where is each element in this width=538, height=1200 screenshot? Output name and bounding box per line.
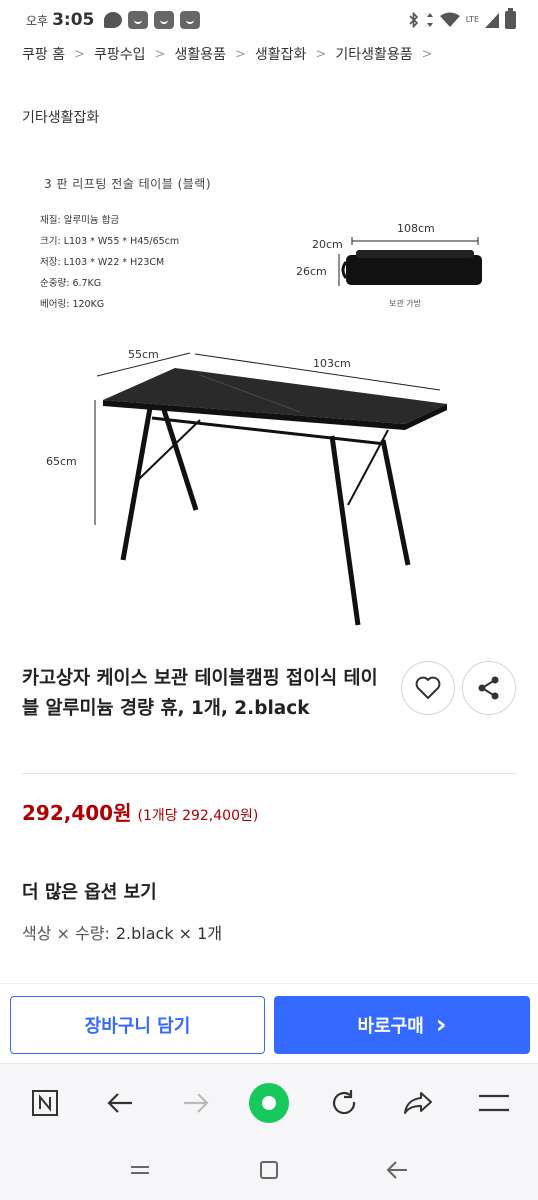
battery-icon — [505, 8, 516, 29]
more-options-link[interactable]: 더 많은 옵션 보기 — [22, 878, 157, 904]
breadcrumb-item-living[interactable]: 생활용품 — [174, 44, 226, 64]
storage-bag-illustration — [338, 237, 482, 286]
purchase-action-bar: 장바구니 담기 바로구매 › — [0, 983, 538, 1063]
share-icon — [478, 676, 499, 700]
chevron-right-icon: > — [421, 46, 433, 62]
option-label: 색상 × 수량: — [22, 924, 110, 943]
spec-load: 베어링: 120KG — [40, 299, 105, 310]
breadcrumb-item-other[interactable]: 기타생활용품 — [335, 44, 412, 64]
breadcrumb-item-import[interactable]: 쿠팡수입 — [94, 44, 146, 64]
clock: 오후 3:05 — [26, 10, 94, 30]
buy-now-button[interactable]: 바로구매 › — [274, 996, 530, 1054]
time-label: 3:05 — [52, 10, 95, 30]
table-length-label: 103cm — [313, 357, 351, 370]
refresh-icon — [333, 1090, 356, 1115]
arrow-right-icon — [184, 1093, 209, 1113]
spec-list: 재질: 알루미늄 합금 크기: L103 * W55 * H45/65cm 저장… — [40, 210, 179, 315]
notification-icons — [104, 11, 201, 29]
share-button[interactable] — [462, 661, 516, 715]
status-bar: 오후 3:05 LTE — [0, 0, 538, 40]
green-dot-button[interactable] — [249, 1083, 289, 1123]
spec-weight: 순중량: 6.7KG — [40, 278, 102, 289]
system-icons: LTE — [408, 8, 516, 29]
menu-button[interactable] — [474, 1083, 514, 1123]
recent-apps-icon — [131, 1166, 149, 1174]
chevron-right-icon: › — [435, 1010, 447, 1040]
share-page-button[interactable] — [398, 1083, 438, 1123]
table-illustration — [94, 352, 447, 626]
home-icon — [260, 1161, 278, 1179]
naver-n-icon — [32, 1090, 58, 1116]
bag-height-label: 26cm — [296, 265, 327, 278]
forward-button[interactable] — [176, 1083, 216, 1123]
spec-storage: 저장: L103 * W22 * H23CM — [40, 257, 165, 268]
recent-apps-button[interactable] — [125, 1155, 155, 1185]
network-type-label: LTE — [465, 15, 479, 24]
naver-home-button[interactable] — [25, 1083, 65, 1123]
refresh-button[interactable] — [324, 1083, 364, 1123]
breadcrumb: 쿠팡 홈 > 쿠팡수입 > 생활용품 > 생활잡화 > 기타생활용품 > — [22, 42, 442, 66]
unit-price: (1개당 292,400원) — [137, 808, 259, 824]
chevron-right-icon: > — [154, 46, 166, 62]
table-height-label: 65cm — [46, 455, 77, 468]
coupang-notification-icon — [180, 11, 201, 29]
coupang-notification-icon — [128, 11, 149, 29]
breadcrumb-item-goods[interactable]: 생활잡화 — [255, 44, 307, 64]
spec-material: 재질: 알루미늄 합금 — [40, 215, 120, 226]
signal-icon — [485, 13, 499, 28]
back-button[interactable] — [100, 1083, 140, 1123]
heart-icon — [415, 676, 441, 699]
table-width-label: 55cm — [128, 348, 159, 361]
option-value: 2.black × 1개 — [115, 924, 223, 943]
bag-length-label: 108cm — [397, 222, 435, 235]
bag-caption: 보관 가방 — [389, 299, 421, 308]
wifi-icon — [439, 12, 460, 27]
hamburger-icon — [479, 1094, 509, 1112]
data-arrows-icon — [426, 13, 433, 27]
green-dot-icon — [249, 1083, 289, 1123]
chevron-right-icon: > — [74, 46, 85, 62]
buy-now-label: 바로구매 — [357, 1016, 424, 1037]
back-chevron-icon — [386, 1161, 407, 1179]
browser-toolbar — [0, 1063, 538, 1141]
chat-notification-icon — [104, 12, 123, 28]
system-nav-bar — [0, 1141, 538, 1200]
coupang-notification-icon — [154, 11, 175, 29]
spec-size: 크기: L103 * W55 * H45/65cm — [40, 236, 180, 247]
share-arrow-icon — [404, 1092, 432, 1114]
selected-option[interactable]: 색상 × 수량: 2.black × 1개 — [22, 920, 222, 944]
system-back-button[interactable] — [382, 1155, 412, 1185]
price-row: 292,400원 (1개당 292,400원) — [22, 797, 258, 826]
product-title: 카고상자 케이스 보관 테이블캠핑 접이식 테이블 알루미늄 경량 휴, 1개,… — [22, 668, 378, 719]
ampm-label: 오후 — [26, 14, 49, 28]
divider — [22, 773, 516, 774]
spec-title: 3 판 리프팅 전술 테이블 (블랙) — [44, 177, 212, 191]
category-title: 기타생활잡화 — [22, 110, 100, 126]
price: 292,400원 — [22, 801, 132, 825]
add-to-cart-button[interactable]: 장바구니 담기 — [10, 996, 265, 1054]
chevron-right-icon: > — [315, 46, 327, 62]
breadcrumb-item-home[interactable]: 쿠팡 홈 — [22, 44, 65, 64]
bluetooth-icon — [409, 12, 418, 28]
home-button[interactable] — [254, 1155, 284, 1185]
bag-width-label: 20cm — [312, 238, 343, 251]
arrow-left-icon — [107, 1093, 132, 1113]
chevron-right-icon: > — [234, 46, 246, 62]
wishlist-button[interactable] — [401, 661, 455, 715]
